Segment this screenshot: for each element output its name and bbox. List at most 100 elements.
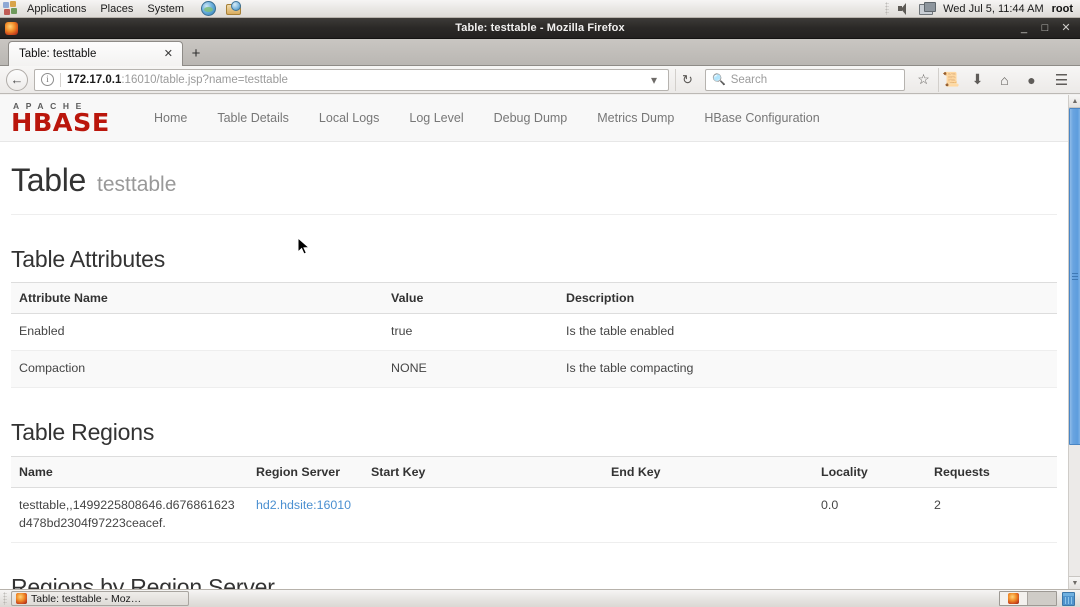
browser-tab[interactable]: Table: testtable ✕ (8, 41, 183, 66)
scroll-down-button[interactable]: ▼ (1069, 576, 1080, 589)
vertical-scrollbar[interactable]: ▲ ▼ (1068, 95, 1080, 589)
table-attributes-table: Attribute Name Value Description Enabled… (11, 282, 1057, 389)
page-title-subtitle: testtable (97, 173, 177, 196)
table-header-row: Name Region Server Start Key End Key Loc… (11, 455, 1057, 488)
nav-link-log-level[interactable]: Log Level (394, 95, 478, 142)
menu-system[interactable]: System (140, 0, 191, 18)
nav-link-home[interactable]: Home (139, 95, 202, 142)
back-arrow-icon[interactable]: ← (6, 68, 28, 91)
column-header-locality: Locality (813, 455, 926, 488)
table-header-row: Attribute Name Value Description (11, 282, 1057, 315)
bookmark-star-icon[interactable]: ☆ (911, 68, 936, 92)
cell-region-name: testtable,,1499225808646.d676861623d478b… (11, 487, 248, 543)
panel-drag-handle[interactable] (885, 2, 890, 15)
workspace-1[interactable] (1000, 592, 1028, 605)
nav-link-debug-dump[interactable]: Debug Dump (479, 95, 583, 142)
window-title: Table: testtable - Mozilla Firefox (455, 22, 625, 34)
firefox-icon (16, 593, 27, 604)
nav-link-local-logs[interactable]: Local Logs (304, 95, 394, 142)
library-icon[interactable]: 📜 (938, 67, 963, 92)
cell-locality: 0.0 (813, 487, 926, 543)
search-input-placeholder[interactable]: Search (731, 74, 767, 86)
nav-link-hbase-configuration[interactable]: HBase Configuration (689, 95, 834, 142)
hamburger-menu-icon[interactable]: ☰ (1049, 68, 1074, 92)
logo-hbase-text: HBASE (11, 107, 110, 137)
firefox-icon (1008, 593, 1019, 604)
panel-clock[interactable]: Wed Jul 5, 11:44 AM (943, 3, 1043, 15)
close-button[interactable]: ✕ (1061, 22, 1071, 34)
page-body: Table testtable Table Attributes Attribu… (0, 142, 1068, 589)
search-icon: 🔍 (712, 74, 726, 86)
page-title-text: Table (11, 162, 87, 198)
downloads-icon[interactable]: ⬇ (965, 68, 990, 92)
column-header-region-server: Region Server (248, 455, 363, 488)
tab-title: Table: testtable (19, 48, 97, 60)
url-bar[interactable]: i 172.17.0.1:16010/table.jsp?name=testta… (34, 68, 669, 91)
column-header-attribute-name: Attribute Name (11, 282, 383, 315)
table-row: Compaction NONE Is the table compacting (11, 350, 1057, 389)
window-titlebar: Table: testtable - Mozilla Firefox _ □ ✕ (0, 18, 1080, 39)
workspace-switcher[interactable] (999, 591, 1057, 606)
minimize-button[interactable]: _ (1019, 22, 1029, 34)
taskbar-drag-handle[interactable] (3, 592, 7, 605)
pocket-icon[interactable]: ● (1019, 68, 1044, 92)
page-info-icon[interactable]: i (41, 73, 54, 86)
volume-icon[interactable] (897, 2, 911, 15)
scroll-up-button[interactable]: ▲ (1069, 95, 1080, 108)
scrollbar-thumb[interactable] (1069, 108, 1080, 445)
apache-hbase-logo[interactable]: APACHE HBASE (11, 101, 121, 135)
url-path: :16010/table.jsp?name=testtable (121, 73, 288, 86)
panel-menu-bar: Applications Places System (0, 0, 191, 18)
url-text: 172.17.0.1:16010/table.jsp?name=testtabl… (67, 74, 288, 86)
nav-link-metrics-dump[interactable]: Metrics Dump (582, 95, 689, 142)
panel-user[interactable]: root (1052, 3, 1073, 15)
workspace-2[interactable] (1028, 592, 1056, 605)
web-browser-icon[interactable] (201, 1, 217, 16)
table-attributes-heading: Table Attributes (11, 246, 166, 272)
applications-icon (3, 0, 19, 17)
toolbar-icon-group: ☆ 📜 ⬇ ⌂ ● ☰ (911, 67, 1074, 92)
network-icon[interactable] (919, 1, 937, 16)
cell-end-key (603, 487, 813, 543)
hbase-navbar: APACHE HBASE Home Table Details Local Lo… (0, 95, 1068, 142)
firefox-window: Table: testtable - Mozilla Firefox _ □ ✕… (0, 18, 1080, 589)
home-icon[interactable]: ⌂ (992, 68, 1017, 92)
taskbar-window-button[interactable]: Table: testtable - Moz… (11, 591, 189, 606)
column-header-description: Description (558, 282, 1057, 315)
table-row: testtable,,1499225808646.d676861623d478b… (11, 487, 1057, 543)
hbase-page: APACHE HBASE Home Table Details Local Lo… (0, 95, 1068, 589)
region-server-link[interactable]: hd2.hdsite:16010 (256, 498, 351, 512)
cell-attribute-value: true (383, 313, 558, 352)
dropmarker-icon[interactable]: ▾ (644, 73, 664, 87)
browser-viewport: APACHE HBASE Home Table Details Local Lo… (0, 95, 1080, 589)
gnome-top-panel: Applications Places System Wed Jul 5, 11… (0, 0, 1080, 18)
menu-places[interactable]: Places (93, 0, 140, 18)
cell-attribute-value: NONE (383, 350, 558, 389)
cell-attribute-name: Enabled (11, 313, 383, 352)
tab-strip: Table: testtable ✕ + (0, 39, 1080, 66)
column-header-value: Value (383, 282, 558, 315)
cell-region-server: hd2.hdsite:16010 (248, 487, 363, 543)
menu-applications[interactable]: Applications (20, 0, 93, 18)
url-separator (60, 72, 61, 87)
regions-by-region-server-heading: Regions by Region Server (11, 573, 275, 589)
cell-attribute-description: Is the table compacting (558, 350, 1057, 389)
help-icon[interactable] (225, 1, 242, 16)
cell-start-key (363, 487, 603, 543)
search-bar[interactable]: 🔍 Search (705, 68, 905, 91)
url-host: 172.17.0.1 (67, 73, 122, 86)
table-regions-table: Name Region Server Start Key End Key Loc… (11, 455, 1057, 543)
maximize-button[interactable]: □ (1040, 22, 1050, 34)
column-header-start-key: Start Key (363, 455, 603, 488)
navigation-toolbar: ← i 172.17.0.1:16010/table.jsp?name=test… (0, 66, 1080, 94)
cell-attribute-description: Is the table enabled (558, 313, 1057, 352)
trash-icon[interactable] (1062, 591, 1075, 606)
column-header-requests: Requests (926, 455, 1057, 488)
new-tab-button[interactable]: + (183, 41, 209, 66)
hbase-nav-links: Home Table Details Local Logs Log Level … (139, 95, 835, 142)
close-icon[interactable]: ✕ (161, 48, 176, 60)
taskbar-window-label: Table: testtable - Moz… (31, 592, 142, 605)
scrollbar-track[interactable] (1069, 108, 1080, 576)
reload-icon[interactable]: ↻ (675, 68, 699, 91)
nav-link-table-details[interactable]: Table Details (202, 95, 304, 142)
